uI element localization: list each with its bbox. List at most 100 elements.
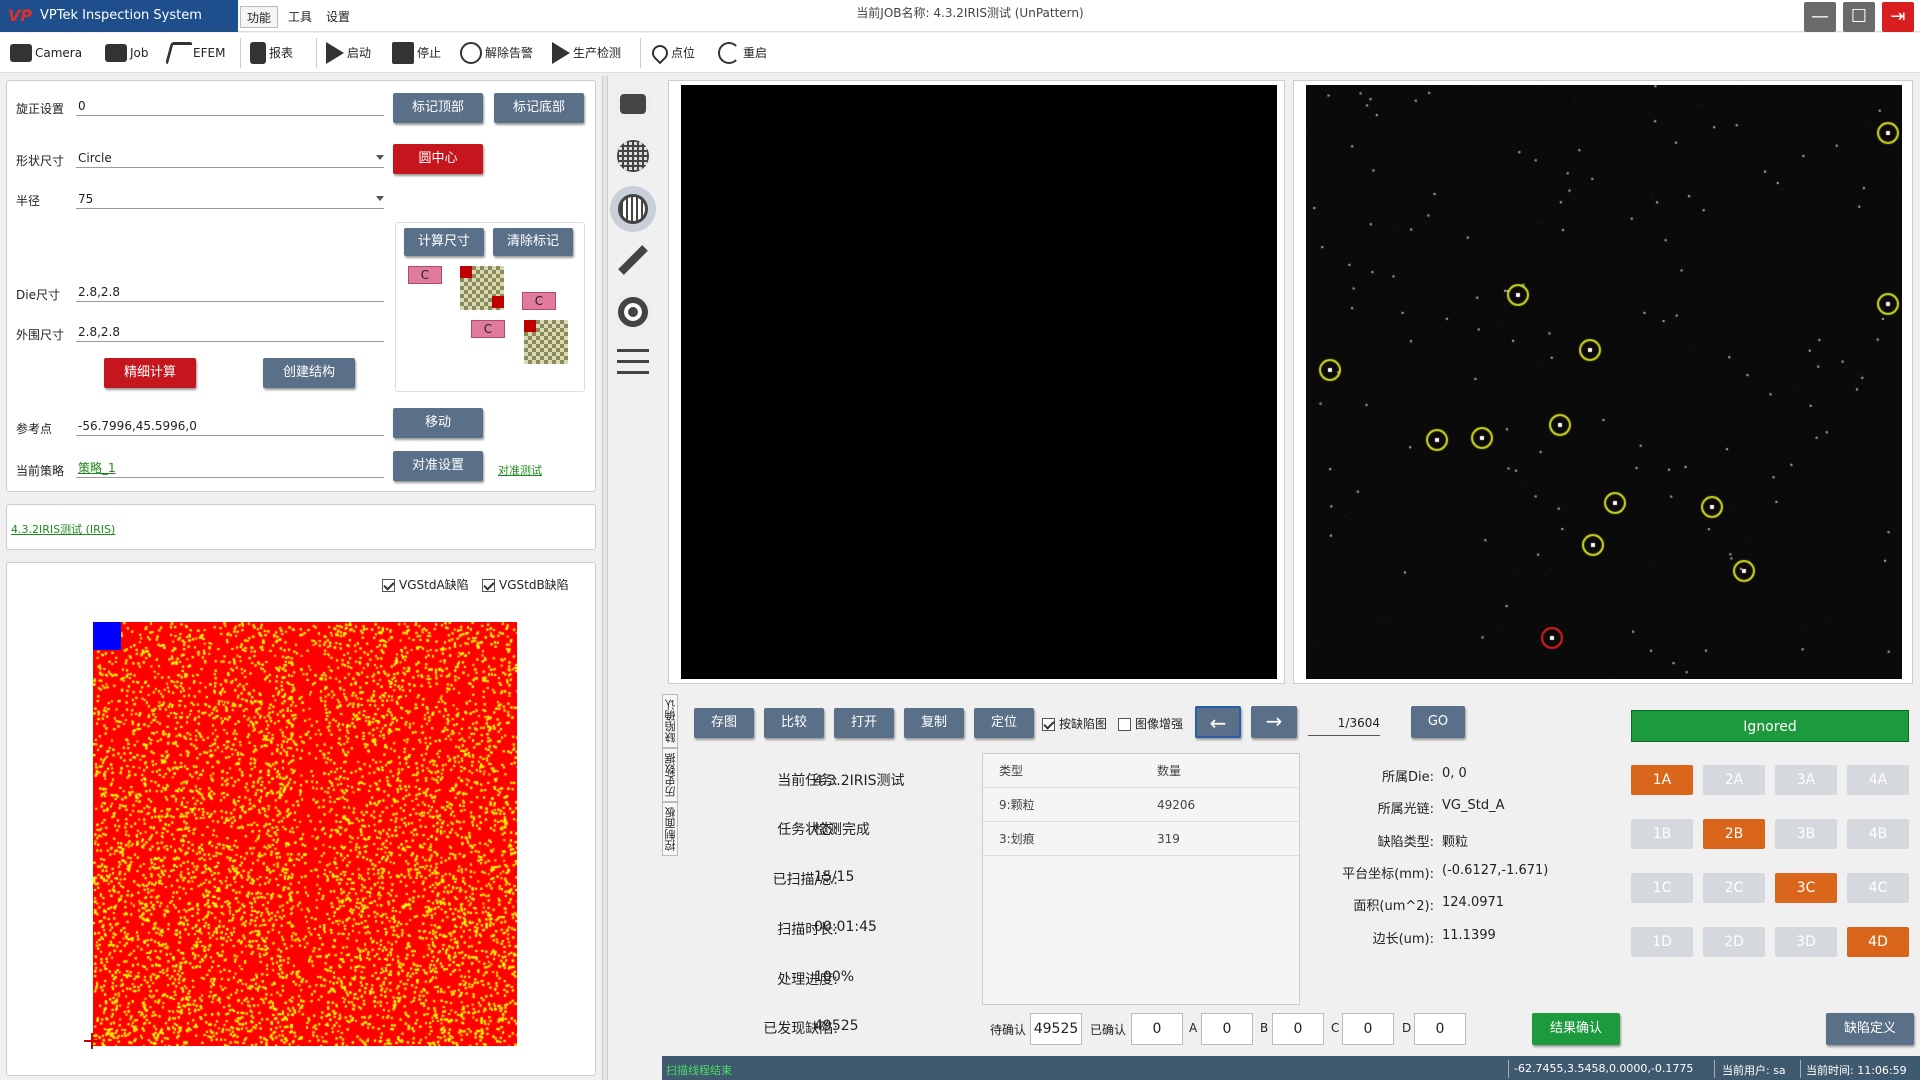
toolbar-stop-button[interactable]: 停止	[392, 40, 441, 66]
move-button[interactable]: 移动	[393, 408, 483, 438]
grade-button-1c[interactable]: 1C	[1631, 873, 1693, 903]
grid-icon[interactable]	[613, 136, 653, 176]
toolbar-camera-button[interactable]: Camera	[10, 40, 82, 66]
job-link[interactable]: 4.3.2IRIS测试 (IRIS)	[11, 521, 115, 537]
shape-select[interactable]: Circle	[76, 148, 384, 168]
grade-a-count: 0	[1201, 1013, 1253, 1045]
defect-image-right[interactable]	[1306, 85, 1902, 679]
table-row[interactable]: 9:颗粒 49206	[983, 788, 1299, 822]
grade-button-2a[interactable]: 2A	[1703, 765, 1765, 795]
grade-button-3d[interactable]: 3D	[1775, 927, 1837, 957]
checklist-icon[interactable]	[613, 344, 653, 384]
current-die-marker	[93, 622, 121, 650]
chevron-down-icon	[376, 155, 384, 160]
camera-icon[interactable]	[613, 84, 653, 124]
toolbar-separator	[316, 38, 317, 68]
vgstda-checkbox[interactable]: VGStdA缺陷	[382, 576, 469, 593]
toolbar-points-button[interactable]: 点位	[648, 40, 695, 66]
progress-value: 100%	[814, 969, 855, 985]
wafer-map-icon[interactable]	[610, 186, 656, 232]
create-structure-button[interactable]: 创建结构	[263, 358, 355, 388]
panel-splitter[interactable]	[602, 76, 608, 1080]
corner-marker	[460, 266, 472, 278]
compare-button[interactable]: 比较	[764, 708, 824, 738]
locate-button[interactable]: 定位	[974, 708, 1034, 738]
copy-button[interactable]: 复制	[904, 708, 964, 738]
restart-icon	[718, 42, 740, 64]
radius-select[interactable]: 75	[76, 189, 384, 209]
confirm-result-button[interactable]: 结果确认	[1532, 1013, 1620, 1045]
grade-button-2b[interactable]: 2B	[1703, 819, 1765, 849]
checkbox-icon	[1118, 718, 1131, 731]
minimize-icon[interactable]: —	[1804, 2, 1836, 32]
menu-settings[interactable]: 设置	[320, 6, 356, 28]
tab-history-data[interactable]: 历史数据	[662, 748, 678, 802]
die-label: 所属Die:	[1381, 770, 1434, 785]
maximize-icon[interactable]: ☐	[1843, 2, 1875, 32]
grade-button-4d[interactable]: 4D	[1847, 927, 1909, 957]
align-test-link[interactable]: 对准测试	[498, 462, 542, 478]
grade-button-2c[interactable]: 2C	[1703, 873, 1765, 903]
mark-top-button[interactable]: 标记顶部	[393, 93, 483, 123]
mark-bottom-button[interactable]: 标记底部	[494, 93, 584, 123]
exit-icon[interactable]: ⇥	[1882, 2, 1914, 32]
checkbox-icon	[482, 579, 495, 592]
next-arrow-button[interactable]: →	[1251, 706, 1297, 738]
toolbar-efem-button[interactable]: EFEM	[165, 40, 225, 66]
tools-icon[interactable]	[613, 240, 653, 280]
grade-button-4b[interactable]: 4B	[1847, 819, 1909, 849]
tab-control-panel[interactable]: 控制面板	[662, 802, 678, 856]
grade-button-4c[interactable]: 4C	[1847, 873, 1909, 903]
strategy-link[interactable]: 策略_1	[76, 458, 384, 478]
menu-tools[interactable]: 工具	[282, 6, 318, 28]
wafer-map[interactable]	[93, 622, 517, 1046]
prev-arrow-button[interactable]: ←	[1195, 706, 1241, 738]
current-job-name: 当前JOB名称: 4.3.2IRIS测试 (UnPattern)	[856, 6, 1084, 20]
grade-button-3c[interactable]: 3C	[1775, 873, 1837, 903]
open-button[interactable]: 打开	[834, 708, 894, 738]
toolbar-job-button[interactable]: Job	[105, 40, 149, 66]
fine-calc-button[interactable]: 精细计算	[104, 358, 196, 388]
outer-size-input[interactable]: 2.8,2.8	[76, 322, 384, 342]
ignored-status-button[interactable]: Ignored	[1631, 710, 1909, 742]
toolbar-clear-alarm-button[interactable]: 解除告警	[460, 40, 533, 66]
tab-defect-confirm[interactable]: 缺陷确认	[662, 694, 678, 748]
toolbar-production-button[interactable]: 生产检测	[552, 40, 621, 66]
save-image-button[interactable]: 存图	[694, 708, 754, 738]
grade-c-count: 0	[1342, 1013, 1394, 1045]
page-indicator[interactable]: 1/3604	[1308, 710, 1380, 736]
die-size-input[interactable]: 2.8,2.8	[76, 282, 384, 302]
grade-button-3a[interactable]: 3A	[1775, 765, 1837, 795]
grade-button-2d[interactable]: 2D	[1703, 927, 1765, 957]
strategy-label: 当前策略	[16, 464, 65, 478]
origin-marker	[91, 1033, 93, 1049]
die-value: 0, 0	[1442, 766, 1467, 781]
grade-button-1a[interactable]: 1A	[1631, 765, 1693, 795]
grade-button-3b[interactable]: 3B	[1775, 819, 1837, 849]
toolbar-restart-button[interactable]: 重启	[718, 40, 767, 66]
defect-type-table: 类型 数量 9:颗粒 49206 3:划痕 319	[982, 753, 1300, 1005]
defect-image-left[interactable]	[681, 85, 1277, 679]
vgstdb-checkbox[interactable]: VGStdB缺陷	[482, 576, 569, 593]
grade-button-1d[interactable]: 1D	[1631, 927, 1693, 957]
calc-size-button[interactable]: 计算尺寸	[404, 228, 484, 256]
chevron-down-icon	[376, 196, 384, 201]
area-label: 面积(um^2):	[1353, 899, 1434, 914]
enhance-checkbox[interactable]: 图像增强	[1118, 715, 1183, 732]
defect-define-button[interactable]: 缺陷定义	[1826, 1013, 1914, 1045]
rotation-input[interactable]: 0	[76, 96, 384, 116]
ref-point-input[interactable]: -56.7996,45.5996,0	[76, 416, 384, 436]
circle-center-button[interactable]: 圆中心	[393, 144, 483, 174]
grade-button-1b[interactable]: 1B	[1631, 819, 1693, 849]
toolbar-report-button[interactable]: 报表	[250, 40, 293, 66]
pending-count: 49525	[1030, 1013, 1082, 1045]
image-icon[interactable]	[613, 292, 653, 332]
go-button[interactable]: GO	[1411, 706, 1465, 738]
menu-function[interactable]: 功能	[240, 6, 279, 28]
by-defect-checkbox[interactable]: 按缺陷图	[1042, 715, 1107, 732]
table-row[interactable]: 3:划痕 319	[983, 822, 1299, 856]
toolbar-start-button[interactable]: 启动	[326, 40, 371, 66]
grade-button-4a[interactable]: 4A	[1847, 765, 1909, 795]
clear-marks-button[interactable]: 清除标记	[493, 228, 573, 256]
align-settings-button[interactable]: 对准设置	[393, 451, 483, 481]
